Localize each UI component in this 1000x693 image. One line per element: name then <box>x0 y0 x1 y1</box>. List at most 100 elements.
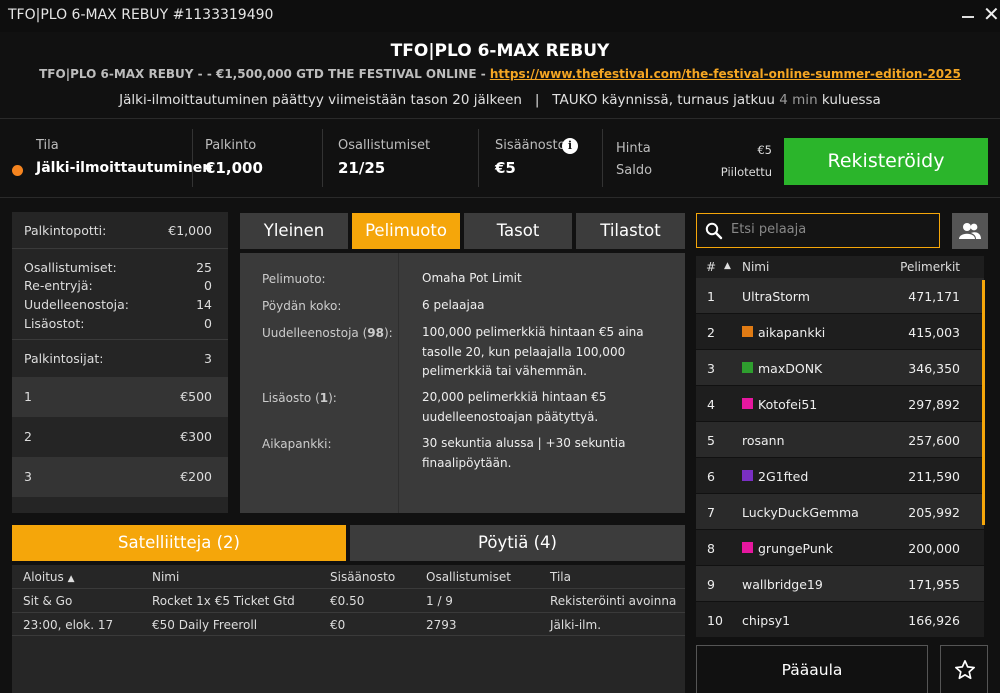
player-chips: 297,892 <box>908 397 960 412</box>
status-dot-icon <box>12 165 23 176</box>
tab-game-format[interactable]: Pelimuoto <box>352 213 460 249</box>
divider <box>12 339 228 340</box>
entries-value: 21/25 <box>338 159 386 177</box>
info-icon[interactable]: i <box>562 138 578 154</box>
close-icon[interactable]: ✕ <box>983 4 1000 24</box>
cell-buyin: €0.50 <box>330 594 365 608</box>
sort-up-icon: ▲ <box>724 261 731 271</box>
player-badge-icon <box>742 470 753 481</box>
tab-satellites[interactable]: Satelliitteja (2) <box>12 525 346 561</box>
tab-tables[interactable]: Pöytiä (4) <box>350 525 685 561</box>
stat-value: 0 <box>204 278 212 293</box>
col-header-entries[interactable]: Osallistumiset <box>426 570 511 584</box>
player-row[interactable]: 6 2G1fted 211,590 <box>696 458 984 493</box>
player-badge-icon <box>742 542 753 553</box>
player-chips: 471,171 <box>908 289 960 304</box>
status-value: Jälki-ilmoittautuminen <box>36 160 213 176</box>
player-name: grungePunk <box>758 541 833 556</box>
player-name: rosann <box>742 433 785 448</box>
player-name: 2G1fted <box>758 469 809 484</box>
stat-paid-places: Palkintosijat: 3 <box>24 351 212 366</box>
players-scrollbar[interactable] <box>982 280 985 525</box>
player-row[interactable]: 1 UltraStorm 471,171 <box>696 278 984 313</box>
stat-reentries: Re-entryjä: 0 <box>24 278 212 293</box>
detail-label: Aikapankki: <box>262 437 332 451</box>
player-row[interactable]: 9 wallbridge19 171,955 <box>696 566 984 601</box>
player-rank: 9 <box>707 577 715 592</box>
player-row[interactable]: 8 grungePunk 200,000 <box>696 530 984 565</box>
tab-general[interactable]: Yleinen <box>240 213 348 249</box>
festival-link[interactable]: https://www.thefestival.com/the-festival… <box>490 67 961 81</box>
stat-label: Lisäostot: <box>24 316 85 331</box>
player-row[interactable]: 10 chipsy1 166,926 <box>696 602 984 637</box>
prize-amount: €200 <box>180 469 212 484</box>
players-list: 1 UltraStorm 471,171 2 aikapankki 415,003 3 max… <box>696 278 984 638</box>
register-button[interactable]: Rekisteröidy <box>784 138 988 185</box>
player-rank: 1 <box>707 289 715 304</box>
detail-label-addon: Lisäosto (1): <box>262 391 337 405</box>
player-rank: 2 <box>707 325 715 340</box>
prize-row: 1 €500 <box>12 377 228 417</box>
prize-value: €1,000 <box>205 159 263 177</box>
tab-levels[interactable]: Tasot <box>464 213 572 249</box>
col-header-chips[interactable]: Pelimerkit <box>900 260 960 274</box>
player-search[interactable] <box>696 213 940 248</box>
players-filter-button[interactable] <box>952 213 988 249</box>
col-header-name[interactable]: Nimi <box>152 570 179 584</box>
prize-row: 2 €300 <box>12 417 228 457</box>
player-name: chipsy1 <box>742 613 791 628</box>
player-rank: 8 <box>707 541 715 556</box>
detail-value: 6 pelaajaa <box>422 298 485 312</box>
prize-label: Palkinto <box>205 138 257 153</box>
price-value: €5 <box>757 143 772 157</box>
player-name: Kotofei51 <box>758 397 818 412</box>
cell-status: Rekisteröinti avoinna <box>550 594 677 608</box>
cell-start: 23:00, elok. 17 <box>23 618 114 632</box>
prize-place: 2 <box>24 429 32 444</box>
stat-label: Osallistumiset: <box>24 260 117 275</box>
stat-value: 25 <box>196 260 212 275</box>
table-row[interactable]: 23:00, elok. 17 €50 Daily Freeroll €0 27… <box>12 612 685 636</box>
player-chips: 415,003 <box>908 325 960 340</box>
search-icon <box>705 222 723 240</box>
notice-end: kuluessa <box>821 92 881 108</box>
player-row[interactable]: 7 LuckyDuckGemma 205,992 <box>696 494 984 529</box>
player-name: aikapankki <box>758 325 826 340</box>
detail-label-text: ): <box>328 391 337 405</box>
search-input[interactable] <box>731 222 931 237</box>
player-row[interactable]: 4 Kotofei51 297,892 <box>696 386 984 421</box>
minimize-icon[interactable] <box>962 16 974 18</box>
col-header-label: Aloitus <box>23 570 64 584</box>
main-lobby-button[interactable]: Pääaula <box>696 645 928 693</box>
favorite-button[interactable] <box>940 645 988 693</box>
tournament-header: TFO|PLO 6-MAX REBUY TFO|PLO 6-MAX REBUY … <box>0 32 1000 118</box>
detail-value: 20,000 pelimerkkiä hintaan €5 uudelleeno… <box>422 390 607 424</box>
title-bar: TFO|PLO 6-MAX REBUY #1133319490 ✕ <box>0 0 1000 32</box>
player-row[interactable]: 5 rosann 257,600 <box>696 422 984 457</box>
col-header-buyin[interactable]: Sisäänosto <box>330 570 395 584</box>
info-bar: Tila Jälki-ilmoittautuminen Palkinto €1,… <box>0 118 1000 198</box>
player-chips: 166,926 <box>908 613 960 628</box>
col-header-rank[interactable]: # <box>706 260 716 274</box>
stat-label: Palkintosijat: <box>24 351 104 366</box>
divider <box>322 129 323 187</box>
player-rank: 10 <box>707 613 723 628</box>
game-format-panel: Pelimuoto: Omaha Pot Limit Pöydän koko: … <box>240 253 685 513</box>
col-header-start[interactable]: Aloitus ▲ <box>23 570 75 584</box>
detail-value: Omaha Pot Limit <box>422 271 522 285</box>
stat-label: Palkintopotti: <box>24 223 107 238</box>
detail-label: Pelimuoto: <box>262 272 326 286</box>
prize-place: 1 <box>24 389 32 404</box>
player-row[interactable]: 3 maxDONK 346,350 <box>696 350 984 385</box>
status-label: Tila <box>36 138 59 153</box>
player-chips: 200,000 <box>908 541 960 556</box>
tournament-subtitle: TFO|PLO 6-MAX REBUY - - €1,500,000 GTD T… <box>0 67 1000 81</box>
rebuy-count: 98 <box>367 326 384 340</box>
col-header-name[interactable]: Nimi <box>742 260 769 274</box>
player-row[interactable]: 2 aikapankki 415,003 <box>696 314 984 349</box>
table-row[interactable]: Sit & Go Rocket 1x €5 Ticket Gtd €0.50 1… <box>12 588 685 612</box>
col-header-status[interactable]: Tila <box>550 570 571 584</box>
sort-up-icon: ▲ <box>67 574 75 584</box>
player-chips: 257,600 <box>908 433 960 448</box>
tab-statistics[interactable]: Tilastot <box>576 213 685 249</box>
